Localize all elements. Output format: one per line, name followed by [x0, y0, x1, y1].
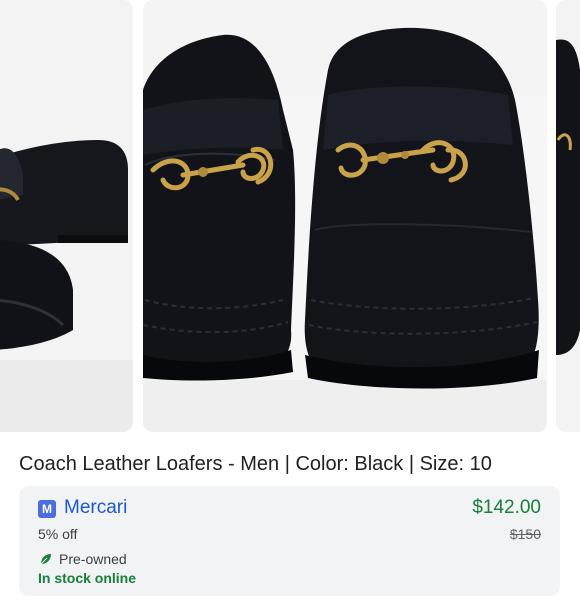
product-image-next[interactable]	[556, 0, 580, 432]
discount-label: 5% off	[38, 526, 78, 542]
leaf-icon	[39, 552, 53, 566]
condition-label: Pre-owned	[59, 551, 127, 567]
product-title[interactable]: Coach Leather Loafers - Men | Color: Bla…	[19, 450, 564, 478]
product-image-main[interactable]	[143, 0, 547, 432]
availability-label: In stock online	[38, 570, 137, 586]
merchant-logo-icon: M	[38, 500, 56, 518]
image-carousel[interactable]	[0, 0, 580, 432]
product-image-previous[interactable]	[0, 0, 133, 432]
price: $142.00	[472, 497, 541, 518]
merchant-link[interactable]: Mercari	[64, 496, 127, 520]
original-price: $150	[509, 526, 541, 542]
